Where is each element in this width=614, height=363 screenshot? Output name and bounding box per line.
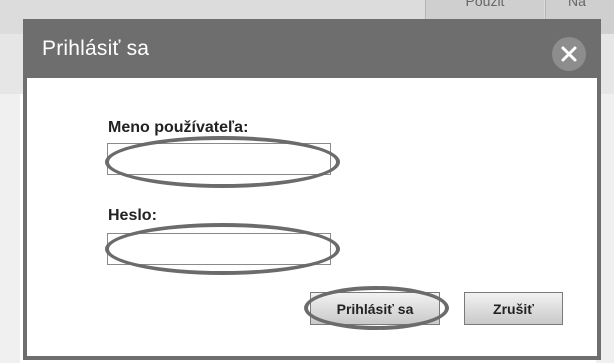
dialog-title: Prihlásiť sa — [42, 37, 150, 60]
background-tab-2-label: Na — [568, 0, 586, 9]
background-tab-1-label: Pouzit — [465, 0, 505, 9]
dialog-header: Prihlásiť sa — [27, 23, 597, 78]
close-icon — [561, 46, 577, 62]
username-input[interactable] — [107, 143, 331, 175]
cancel-button[interactable]: Zrušiť — [464, 292, 563, 325]
background-side-left — [0, 94, 20, 363]
login-dialog: Prihlásiť sa Meno používateľa: Heslo: Pr… — [23, 19, 601, 360]
login-button[interactable]: Prihlásiť sa — [310, 292, 440, 325]
password-label: Heslo: — [108, 207, 157, 224]
username-label: Meno používateľa: — [108, 119, 249, 136]
password-input[interactable] — [107, 233, 331, 265]
close-button[interactable] — [552, 37, 586, 71]
app-page: Pouzit Na Prihlásiť sa Meno používateľa:… — [0, 0, 614, 363]
